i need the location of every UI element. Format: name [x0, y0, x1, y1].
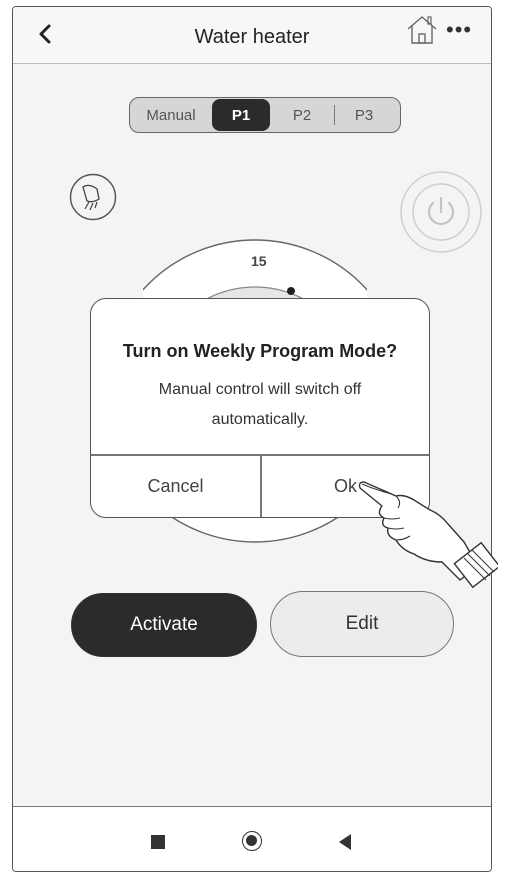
tab-manual[interactable]: Manual [130, 98, 212, 132]
tab-p1[interactable]: P1 [212, 99, 270, 131]
home-icon[interactable] [405, 13, 439, 47]
cancel-button[interactable]: Cancel [91, 455, 260, 517]
dialog-title: Turn on Weekly Program Mode? [122, 341, 398, 361]
tab-p3[interactable]: P3 [335, 98, 393, 132]
recent-apps-icon[interactable] [151, 835, 165, 849]
dialog-message-line-2: automatically. [211, 411, 309, 428]
system-nav-bar [13, 806, 491, 871]
dialog-message-line-1: Manual control will switch off [158, 381, 362, 398]
home-circle-icon[interactable] [242, 831, 262, 851]
more-options-icon[interactable]: ••• [446, 19, 472, 41]
edit-button[interactable]: Edit [270, 591, 454, 657]
pointing-hand-icon [358, 481, 498, 589]
shower-icon[interactable] [69, 173, 117, 221]
power-icon[interactable] [399, 170, 483, 254]
app-screen: Water heater ••• Manual P1 P2 P3 15 Acti… [12, 6, 492, 872]
dialog-message: Manual control will switch off automatic… [131, 375, 389, 435]
back-triangle-icon[interactable] [339, 834, 351, 850]
dial-hour-label: 15 [251, 253, 267, 269]
tab-p2[interactable]: P2 [270, 98, 334, 132]
activate-button[interactable]: Activate [71, 593, 257, 657]
header-bar: Water heater ••• [13, 7, 491, 64]
mode-selector: Manual P1 P2 P3 [129, 97, 401, 133]
